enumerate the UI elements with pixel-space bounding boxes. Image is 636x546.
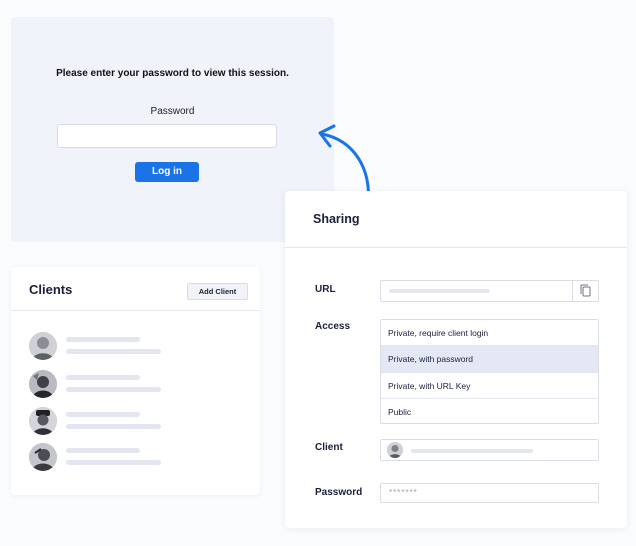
- client-detail-placeholder: [66, 460, 161, 465]
- selected-client-avatar: [387, 442, 403, 458]
- access-option-public[interactable]: Public: [381, 399, 598, 425]
- password-label: Password: [150, 106, 195, 117]
- access-label: Access: [315, 321, 351, 332]
- client-row[interactable]: [29, 407, 229, 435]
- sharing-card: Sharing URL Access Private, require clie…: [285, 191, 627, 528]
- client-name-placeholder: [66, 375, 140, 380]
- client-select[interactable]: [380, 439, 599, 461]
- sharing-divider: [285, 247, 627, 248]
- url-placeholder: [389, 289, 490, 293]
- client-avatar: [29, 407, 57, 435]
- sharing-title: Sharing: [313, 212, 360, 226]
- password-prompt-text: Please enter your password to view this …: [56, 68, 289, 79]
- copy-url-button[interactable]: [572, 281, 598, 301]
- session-password-field[interactable]: *******: [380, 483, 599, 503]
- client-avatar: [29, 443, 57, 471]
- clients-divider: [11, 310, 260, 311]
- client-row[interactable]: [29, 332, 229, 360]
- access-option-password[interactable]: Private, with password: [381, 346, 598, 373]
- client-label: Client: [315, 442, 343, 453]
- client-detail-placeholder: [66, 387, 161, 392]
- password-field-label: Password: [315, 487, 363, 498]
- password-input[interactable]: [57, 124, 277, 148]
- url-field[interactable]: [380, 280, 599, 302]
- url-label: URL: [315, 284, 336, 295]
- client-row[interactable]: [29, 443, 229, 471]
- client-detail-placeholder: [66, 424, 161, 429]
- client-avatar: [29, 370, 57, 398]
- client-detail-placeholder: [66, 349, 161, 354]
- clients-title: Clients: [29, 282, 73, 297]
- log-in-button[interactable]: Log in: [135, 162, 199, 182]
- copy-icon: [580, 284, 591, 297]
- client-avatar: [29, 332, 57, 360]
- access-option-client-login[interactable]: Private, require client login: [381, 320, 598, 347]
- client-row[interactable]: [29, 370, 229, 398]
- add-client-button[interactable]: Add Client: [187, 283, 248, 300]
- clients-card: Clients Add Client: [11, 267, 260, 495]
- client-name-placeholder: [66, 448, 140, 453]
- client-name-placeholder: [66, 337, 140, 342]
- access-options-list: Private, require client login Private, w…: [380, 319, 599, 424]
- access-option-url-key[interactable]: Private, with URL Key: [381, 373, 598, 399]
- client-name-placeholder: [411, 449, 533, 453]
- client-name-placeholder: [66, 412, 140, 417]
